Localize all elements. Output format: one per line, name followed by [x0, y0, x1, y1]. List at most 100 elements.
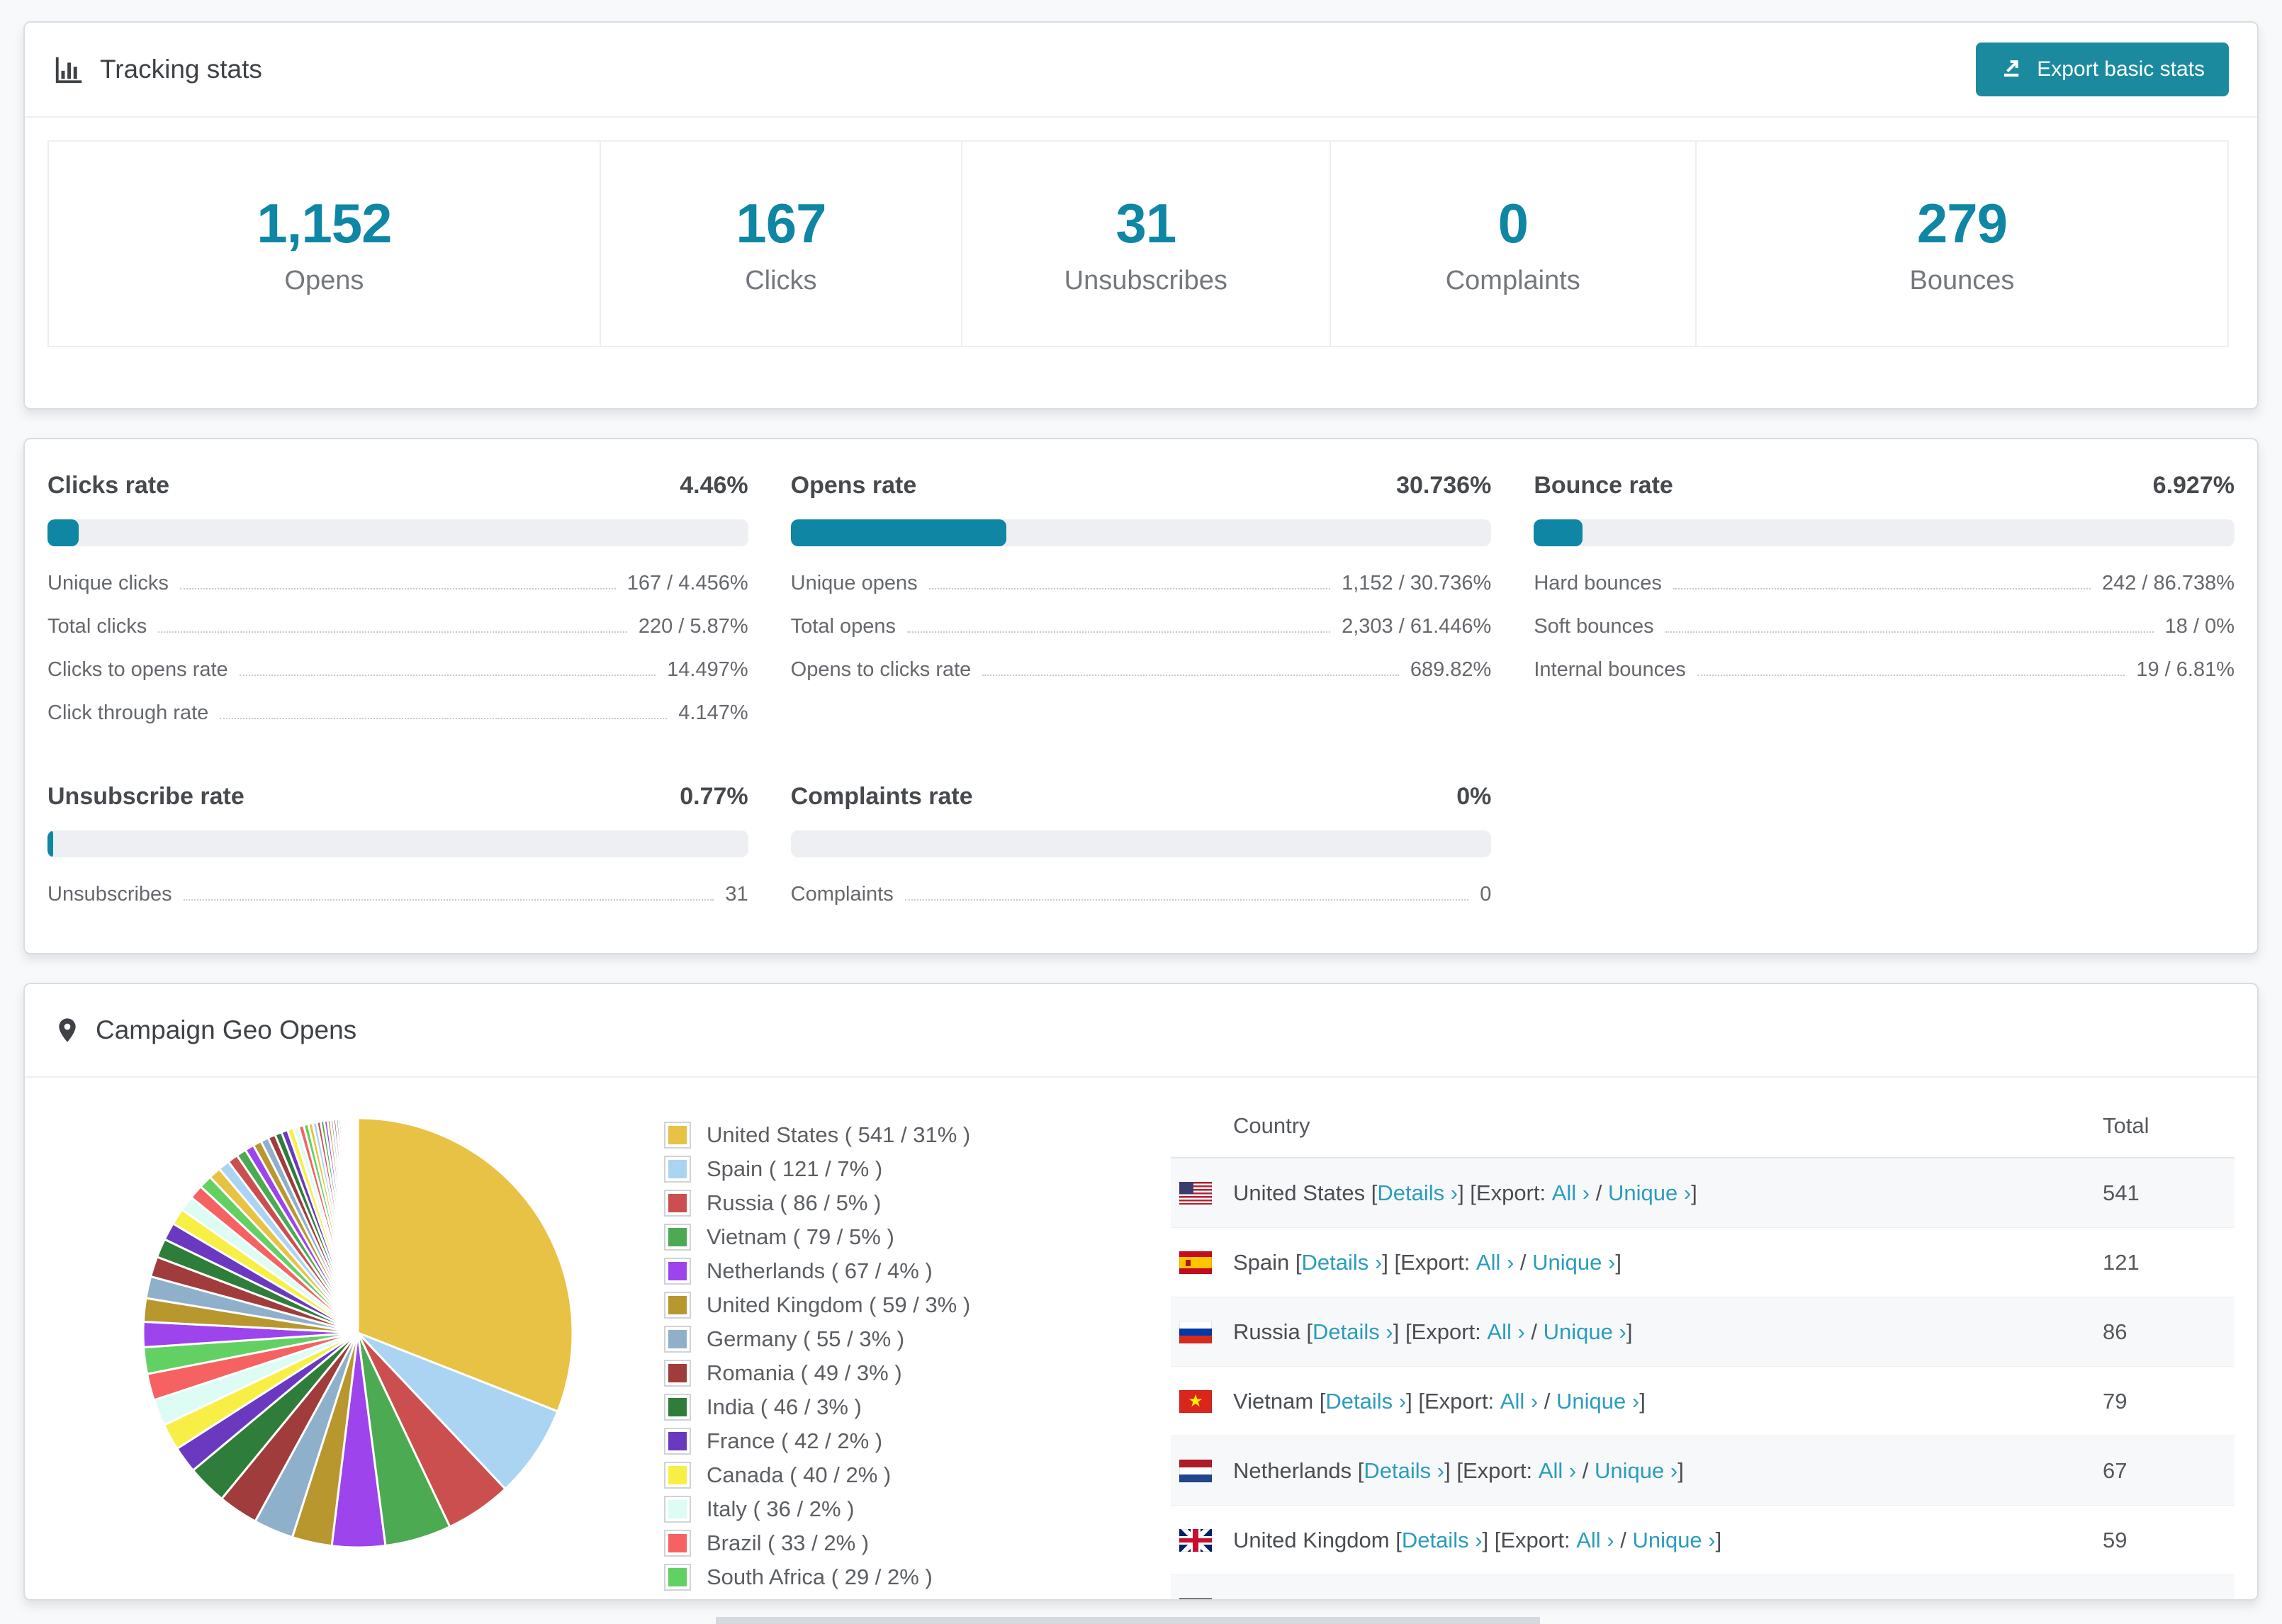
geo-pie-chart[interactable]: [47, 1095, 664, 1599]
geo-pie-legend: United States ( 541 / 31% ) Spain ( 121 …: [664, 1095, 1171, 1599]
bounce-rate-value: 6.927%: [2152, 472, 2235, 499]
opens-rate-progressbar: [790, 519, 1492, 546]
internal-bounces-line: Internal bounces 19 / 6.81%: [1534, 658, 2235, 681]
legend-item: Germany ( 55 / 3% ): [664, 1326, 1171, 1353]
tracking-stats-card: Tracking stats Export basic stats 1,152 …: [23, 21, 2259, 410]
export-unique-link[interactable]: Unique ›: [1595, 1458, 1677, 1484]
click-through-line: Click through rate 4.147%: [47, 701, 748, 724]
stat-box-bounces: 279 Bounces: [1694, 140, 2229, 347]
bounce-rate-progressbar: [1534, 519, 2235, 546]
page-bottom-strip: [716, 1617, 1540, 1624]
clicks-rate-title: Clicks rate: [47, 472, 169, 499]
card-title-text: Tracking stats: [100, 55, 262, 84]
clicks-label: Clicks: [745, 266, 817, 295]
tracking-stats-header: Tracking stats Export basic stats: [25, 23, 2257, 118]
export-all-link[interactable]: All ›: [1576, 1528, 1614, 1553]
country-cell: United Kingdom [Details ›] [Export: All …: [1233, 1527, 1722, 1553]
geo-opens-title: Campaign Geo Opens: [53, 1015, 356, 1046]
export-unique-link[interactable]: Unique ›: [1608, 1180, 1691, 1206]
country-cell: Russia [Details ›] [Export: All › / Uniq…: [1233, 1319, 1633, 1345]
details-link[interactable]: Details ›: [1364, 1458, 1444, 1484]
complaints-rate-block: Complaints rate 0% Complaints 0: [790, 783, 1492, 906]
bounce-rate-block: Bounce rate 6.927% Hard bounces 242 / 86.…: [1534, 472, 2235, 725]
country-cell: Germany [Details ›] [Export: All › / Uni…: [1233, 1597, 2103, 1600]
complaints-rate-value: 0%: [1456, 783, 1492, 810]
opens-rate-value: 30.736%: [1396, 472, 1492, 499]
geo-opens-table: Country Total United States [Details ›] …: [1171, 1095, 2235, 1600]
total-cell: 79: [2103, 1388, 2128, 1414]
geo-table-rows: United States [Details ›] [Export: All ›…: [1171, 1158, 2235, 1600]
details-link[interactable]: Details ›: [1377, 1180, 1458, 1206]
uk-flag-icon: [1179, 1528, 1212, 1552]
country-column-header: Country: [1233, 1113, 1310, 1138]
summary-stats-row: 1,152 Opens 167 Clicks 31 Unsubscribes 0…: [25, 118, 2257, 408]
legend-item: Spain ( 121 / 7% ): [664, 1156, 1171, 1183]
unique-opens-line: Unique opens 1,152 / 30.736%: [790, 572, 1492, 594]
geo-opens-body: United States ( 541 / 31% ) Spain ( 121 …: [25, 1078, 2257, 1600]
total-cell: 67: [2103, 1457, 2128, 1483]
rates-grid-spacer: [1534, 783, 2235, 906]
export-unique-link[interactable]: Unique ›: [1566, 1597, 1649, 1600]
geo-table-row: Netherlands [Details ›] [Export: All › /…: [1171, 1436, 2235, 1506]
export-all-link[interactable]: All ›: [1552, 1180, 1590, 1206]
stat-box-complaints: 0 Complaints: [1329, 140, 1697, 347]
country-cell: United States [Details ›] [Export: All ›…: [1233, 1180, 1697, 1206]
opens-to-clicks-line: Opens to clicks rate 689.82%: [790, 658, 1492, 681]
country-cell: Netherlands [Details ›] [Export: All › /…: [1233, 1457, 1684, 1484]
export-all-link[interactable]: All ›: [1539, 1458, 1576, 1484]
opens-rate-block: Opens rate 30.736% Unique opens 1,152 / 3…: [790, 472, 1492, 725]
total-column-header: Total: [2103, 1113, 2149, 1138]
unsubscribe-rate-title: Unsubscribe rate: [47, 783, 244, 810]
unsubscribe-rate-progressbar: [47, 830, 748, 857]
legend-item: Canada ( 40 / 2% ): [664, 1462, 1171, 1489]
legend-item: Netherlands ( 67 / 4% ): [664, 1258, 1171, 1285]
details-link[interactable]: Details ›: [1302, 1250, 1383, 1275]
stat-box-clicks: 167 Clicks: [599, 140, 963, 347]
complaints-rate-progressbar: [790, 830, 1492, 857]
details-link[interactable]: Details ›: [1325, 1389, 1406, 1414]
de-flag-icon: [1179, 1598, 1212, 1599]
export-all-link[interactable]: All ›: [1476, 1250, 1514, 1275]
geo-table-row: Russia [Details ›] [Export: All › / Uniq…: [1171, 1297, 2235, 1367]
soft-bounces-line: Soft bounces 18 / 0%: [1534, 615, 2235, 638]
export-icon: [2000, 54, 2025, 85]
legend-item: United States ( 541 / 31% ): [664, 1122, 1171, 1149]
vn-flag-icon: [1179, 1389, 1212, 1413]
map-pin-icon: [53, 1015, 82, 1046]
total-cell: 541: [2103, 1180, 2140, 1205]
card-title-text: Campaign Geo Opens: [96, 1015, 357, 1044]
tracking-stats-title: Tracking stats: [53, 53, 262, 86]
details-link[interactable]: Details ›: [1313, 1319, 1393, 1345]
total-cell: 59: [2103, 1527, 2128, 1552]
details-link[interactable]: Details ›: [1402, 1528, 1483, 1553]
clicks-rate-progressbar: [47, 519, 748, 546]
legend-item: United Kingdom ( 59 / 3% ): [664, 1292, 1171, 1319]
country-cell: Spain [Details ›] [Export: All › / Uniqu…: [1233, 1249, 1621, 1275]
geo-table-row: Spain [Details ›] [Export: All › / Uniqu…: [1171, 1228, 2235, 1297]
export-unique-link[interactable]: Unique ›: [1556, 1389, 1639, 1414]
geo-opens-header: Campaign Geo Opens: [25, 984, 2257, 1078]
export-unique-link[interactable]: Unique ›: [1544, 1319, 1626, 1345]
total-cell: 86: [2103, 1319, 2128, 1344]
hard-bounces-line: Hard bounces 242 / 86.738%: [1534, 572, 2235, 594]
geo-table-row: Germany [Details ›] [Export: All › / Uni…: [1171, 1575, 2235, 1600]
us-flag-icon: [1179, 1181, 1212, 1205]
export-all-link[interactable]: All ›: [1487, 1319, 1524, 1345]
export-all-link[interactable]: All ›: [1500, 1389, 1538, 1414]
export-unique-link[interactable]: Unique ›: [1632, 1528, 1715, 1553]
ru-flag-icon: [1179, 1320, 1212, 1343]
country-cell: Vietnam [Details ›] [Export: All › / Uni…: [1233, 1388, 1646, 1414]
details-link[interactable]: Details ›: [1336, 1597, 1417, 1600]
stat-box-opens: 1,152 Opens: [47, 140, 601, 347]
bounces-label: Bounces: [1909, 266, 2015, 295]
clicks-count: 167: [736, 192, 826, 254]
export-unique-link[interactable]: Unique ›: [1532, 1250, 1615, 1275]
nl-flag-icon: [1179, 1459, 1212, 1482]
export-basic-stats-button[interactable]: Export basic stats: [1976, 43, 2229, 96]
export-all-link[interactable]: All ›: [1510, 1597, 1548, 1600]
legend-item: Vietnam ( 79 / 5% ): [664, 1224, 1171, 1251]
complaints-rate-title: Complaints rate: [790, 783, 973, 810]
export-button-label: Export basic stats: [2037, 57, 2205, 81]
legend-item: South Africa ( 29 / 2% ): [664, 1564, 1171, 1591]
dashboard-page: Tracking stats Export basic stats 1,152 …: [0, 0, 2282, 1601]
